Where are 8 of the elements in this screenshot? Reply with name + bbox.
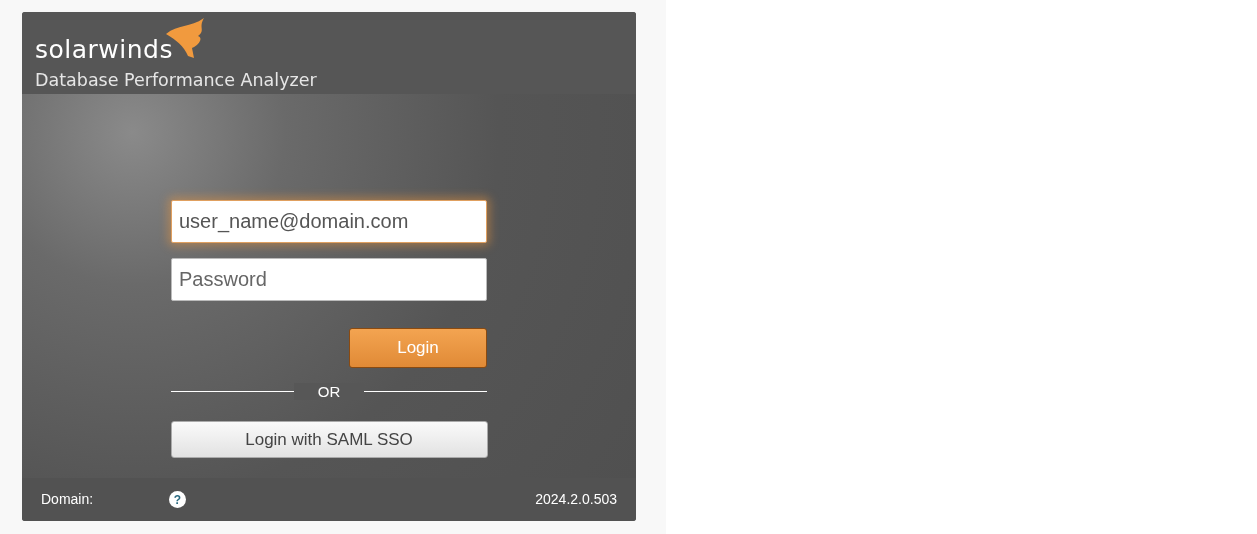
password-field[interactable]: Password: [171, 258, 487, 301]
help-icon[interactable]: ?: [169, 491, 186, 508]
product-name: Database Performance Analyzer: [35, 69, 318, 92]
saml-sso-button[interactable]: Login with SAML SSO: [170, 421, 488, 458]
version-text: 2024.2.0.503: [535, 490, 617, 509]
brand-logo-text: solarwinds: [35, 36, 173, 64]
domain-label: Domain:: [41, 490, 95, 509]
username-field[interactable]: user_name@domain.com: [171, 200, 487, 243]
